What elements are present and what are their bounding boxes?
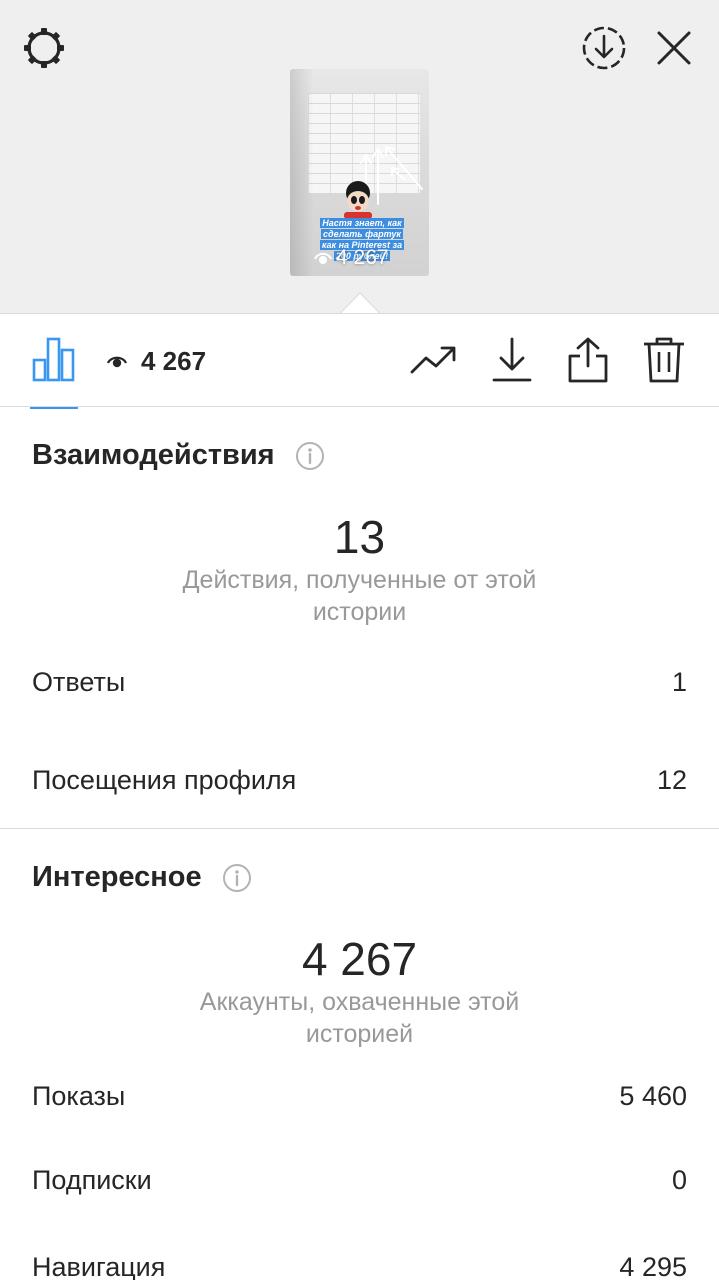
- story-views-count: 4 267: [336, 246, 389, 269]
- eye-icon: [107, 356, 127, 368]
- views-summary[interactable]: 4 267: [107, 344, 206, 378]
- row-value: 12: [656, 764, 687, 795]
- active-tab-indicator: [30, 407, 78, 409]
- discovery-title: Интересное: [32, 861, 202, 893]
- promote-button[interactable]: [408, 334, 460, 386]
- discovery-section-header: Интересное: [32, 861, 252, 894]
- discovery-caption: Аккаунты, охваченные этой историей: [199, 988, 520, 1048]
- download-icon: [492, 337, 532, 382]
- row-value: 1: [671, 666, 687, 697]
- section-divider: [0, 828, 719, 829]
- story-views-overlay: 4 267: [314, 245, 389, 271]
- panel-pointer: [340, 292, 380, 314]
- story-preview-area: Настя знает, как сделать фартук как на P…: [0, 0, 719, 314]
- discovery-info-button[interactable]: [222, 863, 252, 893]
- row-value: 4 295: [619, 1251, 687, 1280]
- discovery-value: 4 267: [301, 933, 418, 985]
- settings-button[interactable]: [18, 22, 70, 74]
- row-value: 5 460: [619, 1080, 687, 1111]
- interactions-row-profile-visits: Посещения профиля 12: [32, 760, 687, 800]
- delete-button[interactable]: [638, 334, 690, 386]
- interactions-row-replies: Ответы 1: [32, 662, 687, 702]
- download-circle-icon: [582, 26, 626, 70]
- interactions-value: 13: [333, 511, 386, 563]
- views-count: 4 267: [141, 345, 207, 376]
- settings-icon: [24, 28, 64, 68]
- interactions-title: Взаимодействия: [32, 439, 275, 471]
- save-story-button[interactable]: [578, 22, 630, 74]
- story-thumbnail[interactable]: Настя знает, как сделать фартук как на P…: [290, 69, 429, 276]
- row-label: Навигация: [32, 1251, 166, 1280]
- close-icon: [657, 31, 691, 65]
- close-button[interactable]: [648, 22, 700, 74]
- download-button[interactable]: [486, 334, 538, 386]
- eye-icon: [314, 252, 332, 264]
- discovery-row-follows: Подписки 0: [32, 1160, 687, 1200]
- row-label: Ответы: [32, 666, 126, 697]
- row-label: Посещения профиля: [32, 764, 297, 795]
- interactions-metric: 13 Действия, полученные от этой истории: [0, 510, 719, 628]
- story-insights-screen: Настя знает, как сделать фартук как на P…: [0, 0, 719, 1280]
- trash-icon: [644, 337, 684, 383]
- info-icon: [222, 863, 251, 892]
- info-icon: [295, 441, 324, 470]
- insights-toolbar: 4 267: [0, 314, 719, 409]
- interactions-section-header: Взаимодействия: [32, 439, 325, 472]
- discovery-row-navigation: Навигация 4 295: [32, 1247, 687, 1280]
- trending-icon: [410, 346, 456, 374]
- interactions-info-button[interactable]: [295, 441, 325, 471]
- row-label: Подписки: [32, 1164, 152, 1195]
- discovery-row-impressions: Показы 5 460: [32, 1076, 687, 1116]
- insights-panel: 4 267 Взаимодействия 13 Действия, получе…: [0, 313, 719, 1280]
- cartoon-sticker: [344, 181, 372, 219]
- bar-chart-icon: [32, 337, 75, 382]
- share-icon: [568, 337, 608, 383]
- tab-insights[interactable]: [30, 336, 78, 409]
- share-button[interactable]: [562, 334, 614, 386]
- row-label: Показы: [32, 1080, 126, 1111]
- row-value: 0: [671, 1164, 687, 1195]
- interactions-caption: Действия, полученные от этой истории: [182, 566, 537, 626]
- discovery-metric: 4 267 Аккаунты, охваченные этой историей: [0, 932, 719, 1050]
